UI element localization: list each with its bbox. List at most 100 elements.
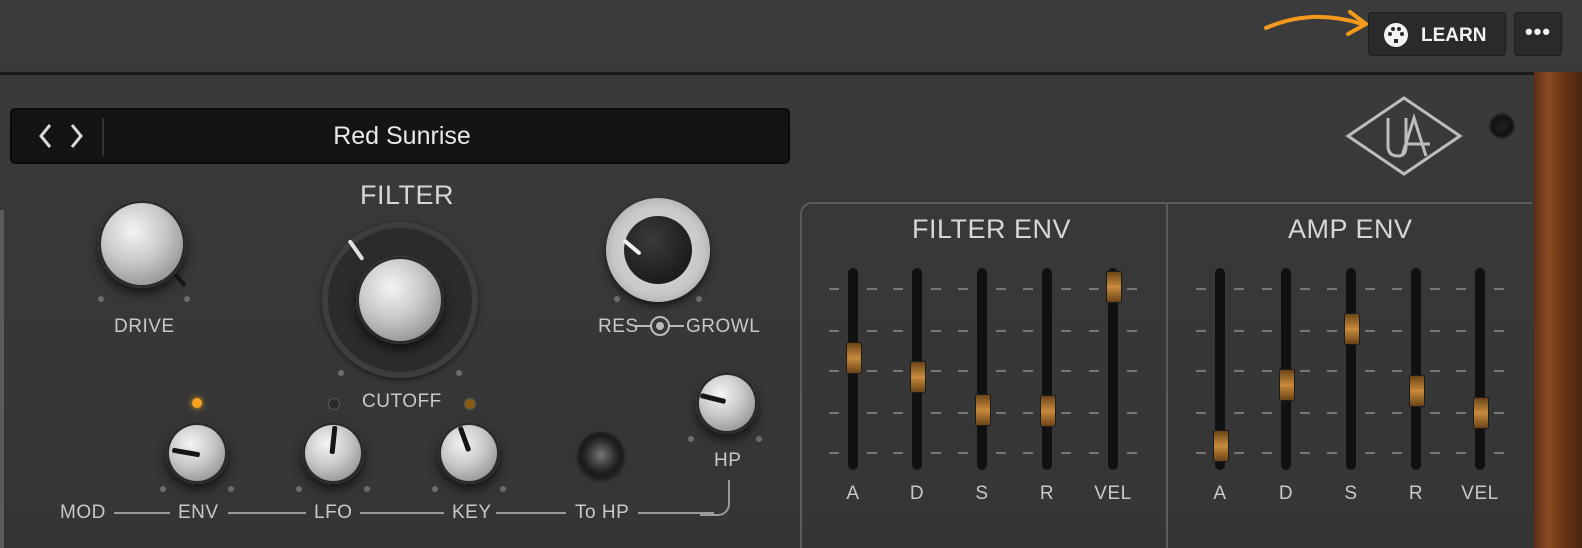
env-label: ENV [178,502,219,523]
amp-env-tick [1430,412,1440,414]
amp-env-slider-thumb-r[interactable] [1409,374,1425,407]
key-min-dot [432,486,438,492]
filter-env-tick [996,330,1006,332]
amp-env-tick [1196,330,1206,332]
filter-env-slider-thumb-a[interactable] [846,341,862,374]
amp-env-tick [1234,370,1244,372]
amp-env-tick [1300,452,1310,454]
filter-env-slider-thumb-vel[interactable] [1106,271,1122,304]
amp-env-tick [1196,370,1206,372]
amp-env-slider-track-s[interactable] [1346,268,1356,470]
amp-env-tick [1327,330,1337,332]
amp-env-tick [1234,452,1244,454]
amp-env-slider-thumb-d[interactable] [1279,369,1295,402]
amp-env-tick [1365,412,1375,414]
filter-env-tick [1127,330,1137,332]
amp-env-slider-thumb-a[interactable] [1213,429,1229,462]
amp-env-tick [1456,288,1466,290]
more-options-button[interactable]: ••• [1514,12,1562,56]
amp-env-slider-thumb-vel[interactable] [1473,397,1489,429]
filter-env-tick [1023,330,1033,332]
hp-label: HP [714,450,742,471]
env-led [192,398,202,408]
hp-min-dot [688,436,694,442]
midi-icon [1384,23,1408,47]
mod-label: MOD [60,502,106,523]
amp-env-tick [1365,370,1375,372]
filter-env-tick [958,370,968,372]
drive-label: DRIVE [114,316,175,337]
cutoff-label: CUTOFF [362,391,442,412]
amp-env-tick [1494,412,1504,414]
lfo-min-dot [296,486,302,492]
learn-button[interactable]: LEARN [1368,12,1506,56]
amp-env-slider-track-vel[interactable] [1475,268,1485,470]
filter-env-tick [1023,452,1033,454]
to-hp-label: To HP [575,502,630,523]
amp-env-slider-thumb-s[interactable] [1344,312,1360,345]
filter-env-tick [996,452,1006,454]
amp-env-tick [1456,370,1466,372]
preset-name[interactable]: Red Sunrise [104,122,700,151]
filter-env-tick [1061,288,1071,290]
amp-env-tick [1234,330,1244,332]
filter-env-tick [1127,452,1137,454]
filter-env-tick [1089,288,1099,290]
amp-env-tick [1262,370,1272,372]
filter-env-tick [1023,288,1033,290]
left-section-border [0,210,4,548]
ua-logo-icon [1345,96,1463,176]
filter-env-tick [1127,412,1137,414]
cutoff-knob[interactable] [356,256,444,344]
hp-knob[interactable] [696,372,758,434]
filter-env-slider-track-s[interactable] [977,268,987,470]
chevron-left-icon[interactable] [34,121,58,151]
amp-env-tick [1456,330,1466,332]
filter-env-slider-label-d: D [909,483,925,504]
amp-env-slider-label-d: D [1278,483,1294,504]
amp-env-tick [1300,412,1310,414]
filter-env-tick [1061,330,1071,332]
amp-env-tick [1392,452,1402,454]
amp-env-tick [1196,288,1206,290]
amp-env-slider-track-r[interactable] [1411,268,1421,470]
filter-env-slider-thumb-d[interactable] [910,360,926,393]
res-min-dot [614,296,620,302]
growl-label: GROWL [686,316,761,337]
filter-env-tick [996,412,1006,414]
key-label: KEY [452,502,492,523]
key-mod-knob[interactable] [438,422,500,484]
hp-jack-switch[interactable] [578,432,624,478]
amp-env-tick [1300,330,1310,332]
mod-line-3 [360,512,444,514]
amp-env-title: AMP ENV [1288,214,1413,244]
filter-env-tick [829,412,839,414]
drive-max-dot [184,296,190,302]
filter-env-tick [1061,370,1071,372]
filter-env-tick [829,288,839,290]
amp-env-tick [1300,288,1310,290]
mod-line-4 [496,512,566,514]
amp-env-tick [1392,330,1402,332]
env-max-dot [228,486,234,492]
drive-min-dot [98,296,104,302]
lfo-max-dot [364,486,370,492]
filter-env-tick [1127,370,1137,372]
amp-env-tick [1365,288,1375,290]
amp-env-tick [1196,412,1206,414]
filter-env-tick [958,412,968,414]
filter-env-slider-track-r[interactable] [1042,268,1052,470]
filter-env-slider-thumb-r[interactable] [1040,395,1056,428]
chevron-right-icon[interactable] [64,121,88,151]
amp-env-tick [1234,412,1244,414]
filter-env-slider-label-r: R [1039,483,1055,504]
res-growl-switch-icon[interactable] [636,314,686,338]
amp-env-tick [1430,452,1440,454]
filter-env-tick [931,370,941,372]
lfo-label: LFO [314,502,353,523]
filter-env-tick [931,452,941,454]
filter-env-slider-thumb-s[interactable] [975,393,991,426]
key-max-dot [500,486,506,492]
top-toolbar: LEARN ••• [0,0,1582,68]
mod-line-corner [700,480,730,516]
